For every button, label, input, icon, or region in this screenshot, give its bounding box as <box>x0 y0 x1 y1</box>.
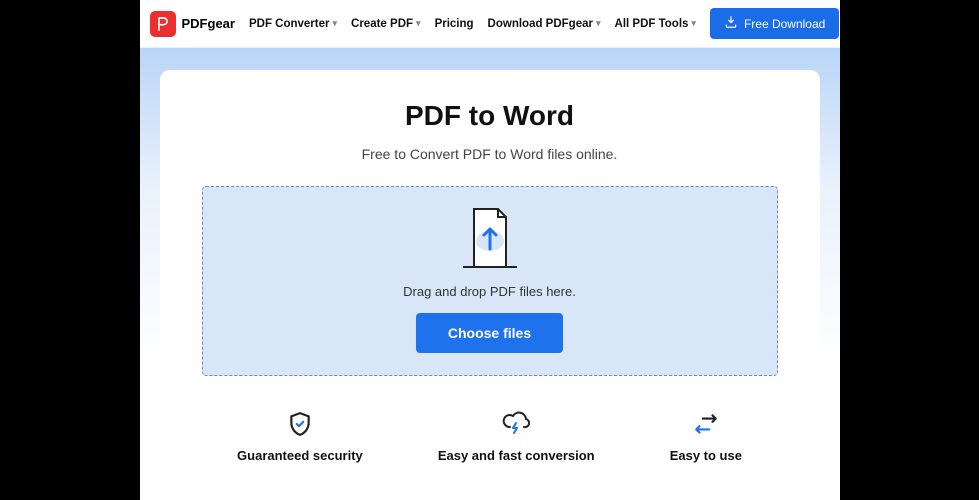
nav-label: Create PDF <box>351 18 413 30</box>
page-subtitle: Free to Convert PDF to Word files online… <box>190 146 790 162</box>
chevron-down-icon: ▾ <box>596 18 601 29</box>
shield-icon <box>286 410 314 438</box>
header: PDFgear PDF Converter ▾ Create PDF ▾ Pri… <box>140 0 840 48</box>
upload-icon <box>461 205 519 274</box>
cloud-bolt-icon <box>502 410 530 438</box>
free-download-button[interactable]: Free Download <box>710 8 839 39</box>
nav-pdf-converter[interactable]: PDF Converter ▾ <box>249 18 337 30</box>
page: PDFgear PDF Converter ▾ Create PDF ▾ Pri… <box>140 0 840 500</box>
button-label: Free Download <box>744 17 825 31</box>
nav-label: Download PDFgear <box>488 18 593 30</box>
file-dropzone[interactable]: Drag and drop PDF files here. Choose fil… <box>202 186 778 376</box>
chevron-down-icon: ▾ <box>333 18 338 29</box>
features-row: Guaranteed security Easy and fast conver… <box>190 392 790 463</box>
button-label: Choose files <box>448 325 531 341</box>
nav-label: Pricing <box>435 18 474 30</box>
main-card: PDF to Word Free to Convert PDF to Word … <box>160 70 820 483</box>
hero-section: PDF to Word Free to Convert PDF to Word … <box>140 48 840 500</box>
chevron-down-icon: ▾ <box>416 18 421 29</box>
choose-files-button[interactable]: Choose files <box>416 313 563 353</box>
brand-name: PDFgear <box>182 16 235 31</box>
dropzone-hint: Drag and drop PDF files here. <box>403 284 576 299</box>
feature-conversion: Easy and fast conversion <box>438 410 595 463</box>
arrows-icon <box>692 410 720 438</box>
nav-all-pdf-tools[interactable]: All PDF Tools ▾ <box>615 18 696 30</box>
nav-pricing[interactable]: Pricing <box>435 18 474 30</box>
feature-security: Guaranteed security <box>237 410 363 463</box>
feature-easy: Easy to use <box>670 410 742 463</box>
nav-label: All PDF Tools <box>615 18 689 30</box>
feature-label: Easy and fast conversion <box>438 448 595 463</box>
nav-label: PDF Converter <box>249 18 330 30</box>
nav-create-pdf[interactable]: Create PDF ▾ <box>351 18 421 30</box>
feature-label: Easy to use <box>670 448 742 463</box>
feature-label: Guaranteed security <box>237 448 363 463</box>
nav-download-pdfgear[interactable]: Download PDFgear ▾ <box>488 18 601 30</box>
main-nav: PDF Converter ▾ Create PDF ▾ Pricing Dow… <box>249 18 696 30</box>
brand-logo[interactable]: PDFgear <box>150 11 235 37</box>
chevron-down-icon: ▾ <box>691 18 696 29</box>
download-icon <box>724 15 738 32</box>
page-title: PDF to Word <box>190 100 790 132</box>
logo-icon <box>150 11 176 37</box>
